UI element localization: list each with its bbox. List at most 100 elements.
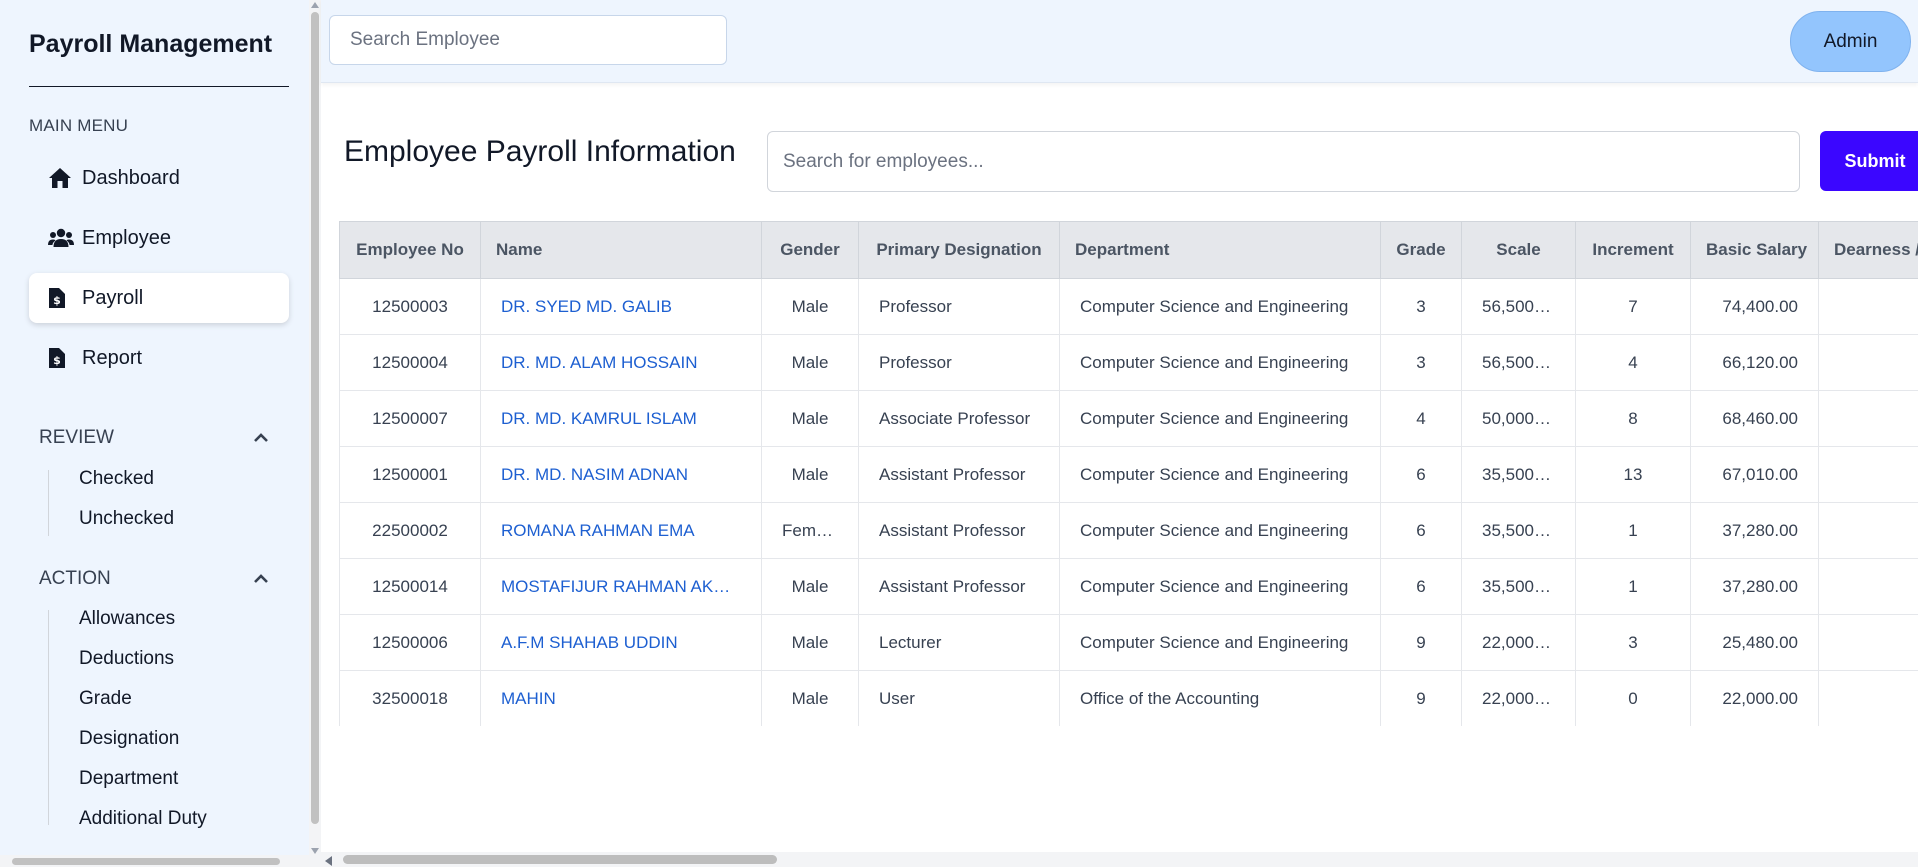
gender-cell: Male [761, 390, 859, 447]
designation-cell: Assistant Professor [858, 502, 1060, 559]
dearness-cell: 33,060 [1818, 334, 1918, 391]
scroll-down-arrow-icon[interactable] [311, 848, 319, 854]
column-header[interactable]: Dearness / [1818, 221, 1918, 279]
grade-cell: 9 [1380, 614, 1462, 671]
sidebar-hscroll-thumb[interactable] [12, 858, 280, 865]
employee-name-link[interactable]: MOSTAFIJUR RAHMAN AKHOND [480, 558, 762, 615]
action-tree-line [48, 610, 49, 825]
increment-cell: 13 [1575, 446, 1691, 503]
basic-salary-cell: 68,460.00 [1690, 390, 1819, 447]
column-header[interactable]: Gender [761, 221, 859, 279]
column-header[interactable]: Name [480, 221, 762, 279]
review-heading: REVIEW [39, 427, 114, 448]
table-row[interactable]: 12500001 DR. MD. NASIM ADNAN Male Assistant… [339, 446, 1918, 503]
column-header[interactable]: Basic Salary [1690, 221, 1819, 279]
review-section-toggle[interactable]: REVIEW [39, 427, 269, 449]
employee-name-link[interactable]: DR. MD. KAMRUL ISLAM [480, 390, 762, 447]
gender-cell: Male [761, 558, 859, 615]
action-item-designation[interactable]: Designation [79, 728, 179, 750]
basic-salary-cell: 67,010.00 [1690, 446, 1819, 503]
column-header[interactable]: Scale [1461, 221, 1576, 279]
employee-name-link[interactable]: MAHIN [480, 670, 762, 726]
table-row[interactable]: 12500006 A.F.M SHAHAB UDDIN Male Lecturer Co… [339, 614, 1918, 671]
employee-name-link[interactable]: A.F.M SHAHAB UDDIN [480, 614, 762, 671]
table-row[interactable]: 12500004 DR. MD. ALAM HOSSAIN Male Professo… [339, 334, 1918, 391]
designation-cell: Assistant Professor [858, 558, 1060, 615]
table-hscroll-thumb[interactable] [343, 855, 777, 864]
sidebar: Payroll Management MAIN MENU Dashboard E… [0, 0, 309, 867]
column-header[interactable]: Increment [1575, 221, 1691, 279]
column-header[interactable]: Primary Designation [858, 221, 1060, 279]
column-header[interactable]: Grade [1380, 221, 1462, 279]
nav-employee-label: Employee [82, 226, 171, 249]
employee-name-link[interactable]: DR. SYED MD. GALIB [480, 278, 762, 335]
department-cell: Computer Science and Engineering [1059, 278, 1381, 335]
action-item-grade[interactable]: Grade [79, 688, 132, 710]
review-tree-line [48, 470, 49, 536]
scale-cell: 35,500.00 [1461, 558, 1576, 615]
designation-cell: Professor [858, 334, 1060, 391]
action-item-department[interactable]: Department [79, 768, 178, 790]
nav-employee[interactable]: Employee [29, 213, 289, 263]
nav-report[interactable]: $ Report [29, 333, 289, 383]
submit-button[interactable]: Submit [1820, 131, 1918, 191]
scale-cell: 35,500.00 [1461, 446, 1576, 503]
scroll-left-arrow-icon[interactable] [325, 856, 332, 866]
scale-cell: 22,000.00 [1461, 670, 1576, 726]
employee-name-link[interactable]: DR. MD. NASIM ADNAN [480, 446, 762, 503]
dearness-cell: 39,000 [1818, 446, 1918, 503]
increment-cell: 1 [1575, 502, 1691, 559]
table-row[interactable]: 22500002 ROMANA RAHMAN EMA Female Assistant… [339, 502, 1918, 559]
employee-search-input[interactable] [329, 15, 727, 65]
gender-cell: Male [761, 334, 859, 391]
dearness-cell: 37,200 [1818, 278, 1918, 335]
table-row[interactable]: 32500018 MAHIN Male User Office of the Accou… [339, 670, 1918, 726]
action-heading: ACTION [39, 568, 111, 589]
action-item-allowances[interactable]: Allowances [79, 608, 175, 630]
sidebar-vertical-scrollbar[interactable] [309, 0, 321, 867]
basic-salary-cell: 74,400.00 [1690, 278, 1819, 335]
scale-cell: 35,500.00 [1461, 502, 1576, 559]
table-row[interactable]: 12500014 MOSTAFIJUR RAHMAN AKHOND Male Assi… [339, 558, 1918, 615]
employee-no-cell: 12500001 [339, 446, 481, 503]
grade-cell: 4 [1380, 390, 1462, 447]
employee-no-cell: 12500004 [339, 334, 481, 391]
main-menu-heading: MAIN MENU [29, 116, 129, 135]
scroll-up-arrow-icon[interactable] [311, 2, 319, 8]
employee-name-link[interactable]: ROMANA RAHMAN EMA [480, 502, 762, 559]
employee-no-cell: 12500007 [339, 390, 481, 447]
table-row[interactable]: 12500003 DR. SYED MD. GALIB Male Professor C… [339, 278, 1918, 335]
review-item-checked[interactable]: Checked [79, 468, 154, 490]
grade-cell: 6 [1380, 502, 1462, 559]
payroll-search-input[interactable] [767, 131, 1800, 192]
designation-cell: Associate Professor [858, 390, 1060, 447]
sidebar-horizontal-scrollbar[interactable] [0, 855, 309, 867]
action-item-additional-duty[interactable]: Additional Duty [79, 808, 207, 830]
employee-no-cell: 12500006 [339, 614, 481, 671]
nav-dashboard[interactable]: Dashboard [29, 153, 289, 203]
nav-payroll[interactable]: $ Payroll [29, 273, 289, 323]
department-cell: Computer Science and Engineering [1059, 558, 1381, 615]
action-item-deductions[interactable]: Deductions [79, 648, 174, 670]
grade-cell: 6 [1380, 446, 1462, 503]
table-header-row: Employee No Name Gender Primary Designat… [339, 221, 1918, 279]
table-horizontal-scrollbar[interactable] [321, 852, 1918, 867]
employee-name-link[interactable]: DR. MD. ALAM HOSSAIN [480, 334, 762, 391]
action-section-toggle[interactable]: ACTION [39, 568, 269, 590]
page-title: Employee Payroll Information [344, 135, 736, 168]
dearness-cell: 18,640 [1818, 558, 1918, 615]
admin-button[interactable]: Admin [1790, 11, 1911, 72]
employee-no-cell: 12500003 [339, 278, 481, 335]
table-row[interactable]: 12500007 DR. MD. KAMRUL ISLAM Male Associat… [339, 390, 1918, 447]
review-item-unchecked[interactable]: Unchecked [79, 508, 174, 530]
dearness-cell: 37,280 [1818, 502, 1918, 559]
employee-no-cell: 12500014 [339, 558, 481, 615]
sidebar-vscroll-thumb[interactable] [311, 12, 319, 824]
designation-cell: User [858, 670, 1060, 726]
chevron-up-icon [253, 427, 269, 449]
chevron-up-icon [253, 568, 269, 590]
increment-cell: 7 [1575, 278, 1691, 335]
column-header[interactable]: Employee No [339, 221, 481, 279]
dearness-cell: 11,000 [1818, 670, 1918, 726]
column-header[interactable]: Department [1059, 221, 1381, 279]
